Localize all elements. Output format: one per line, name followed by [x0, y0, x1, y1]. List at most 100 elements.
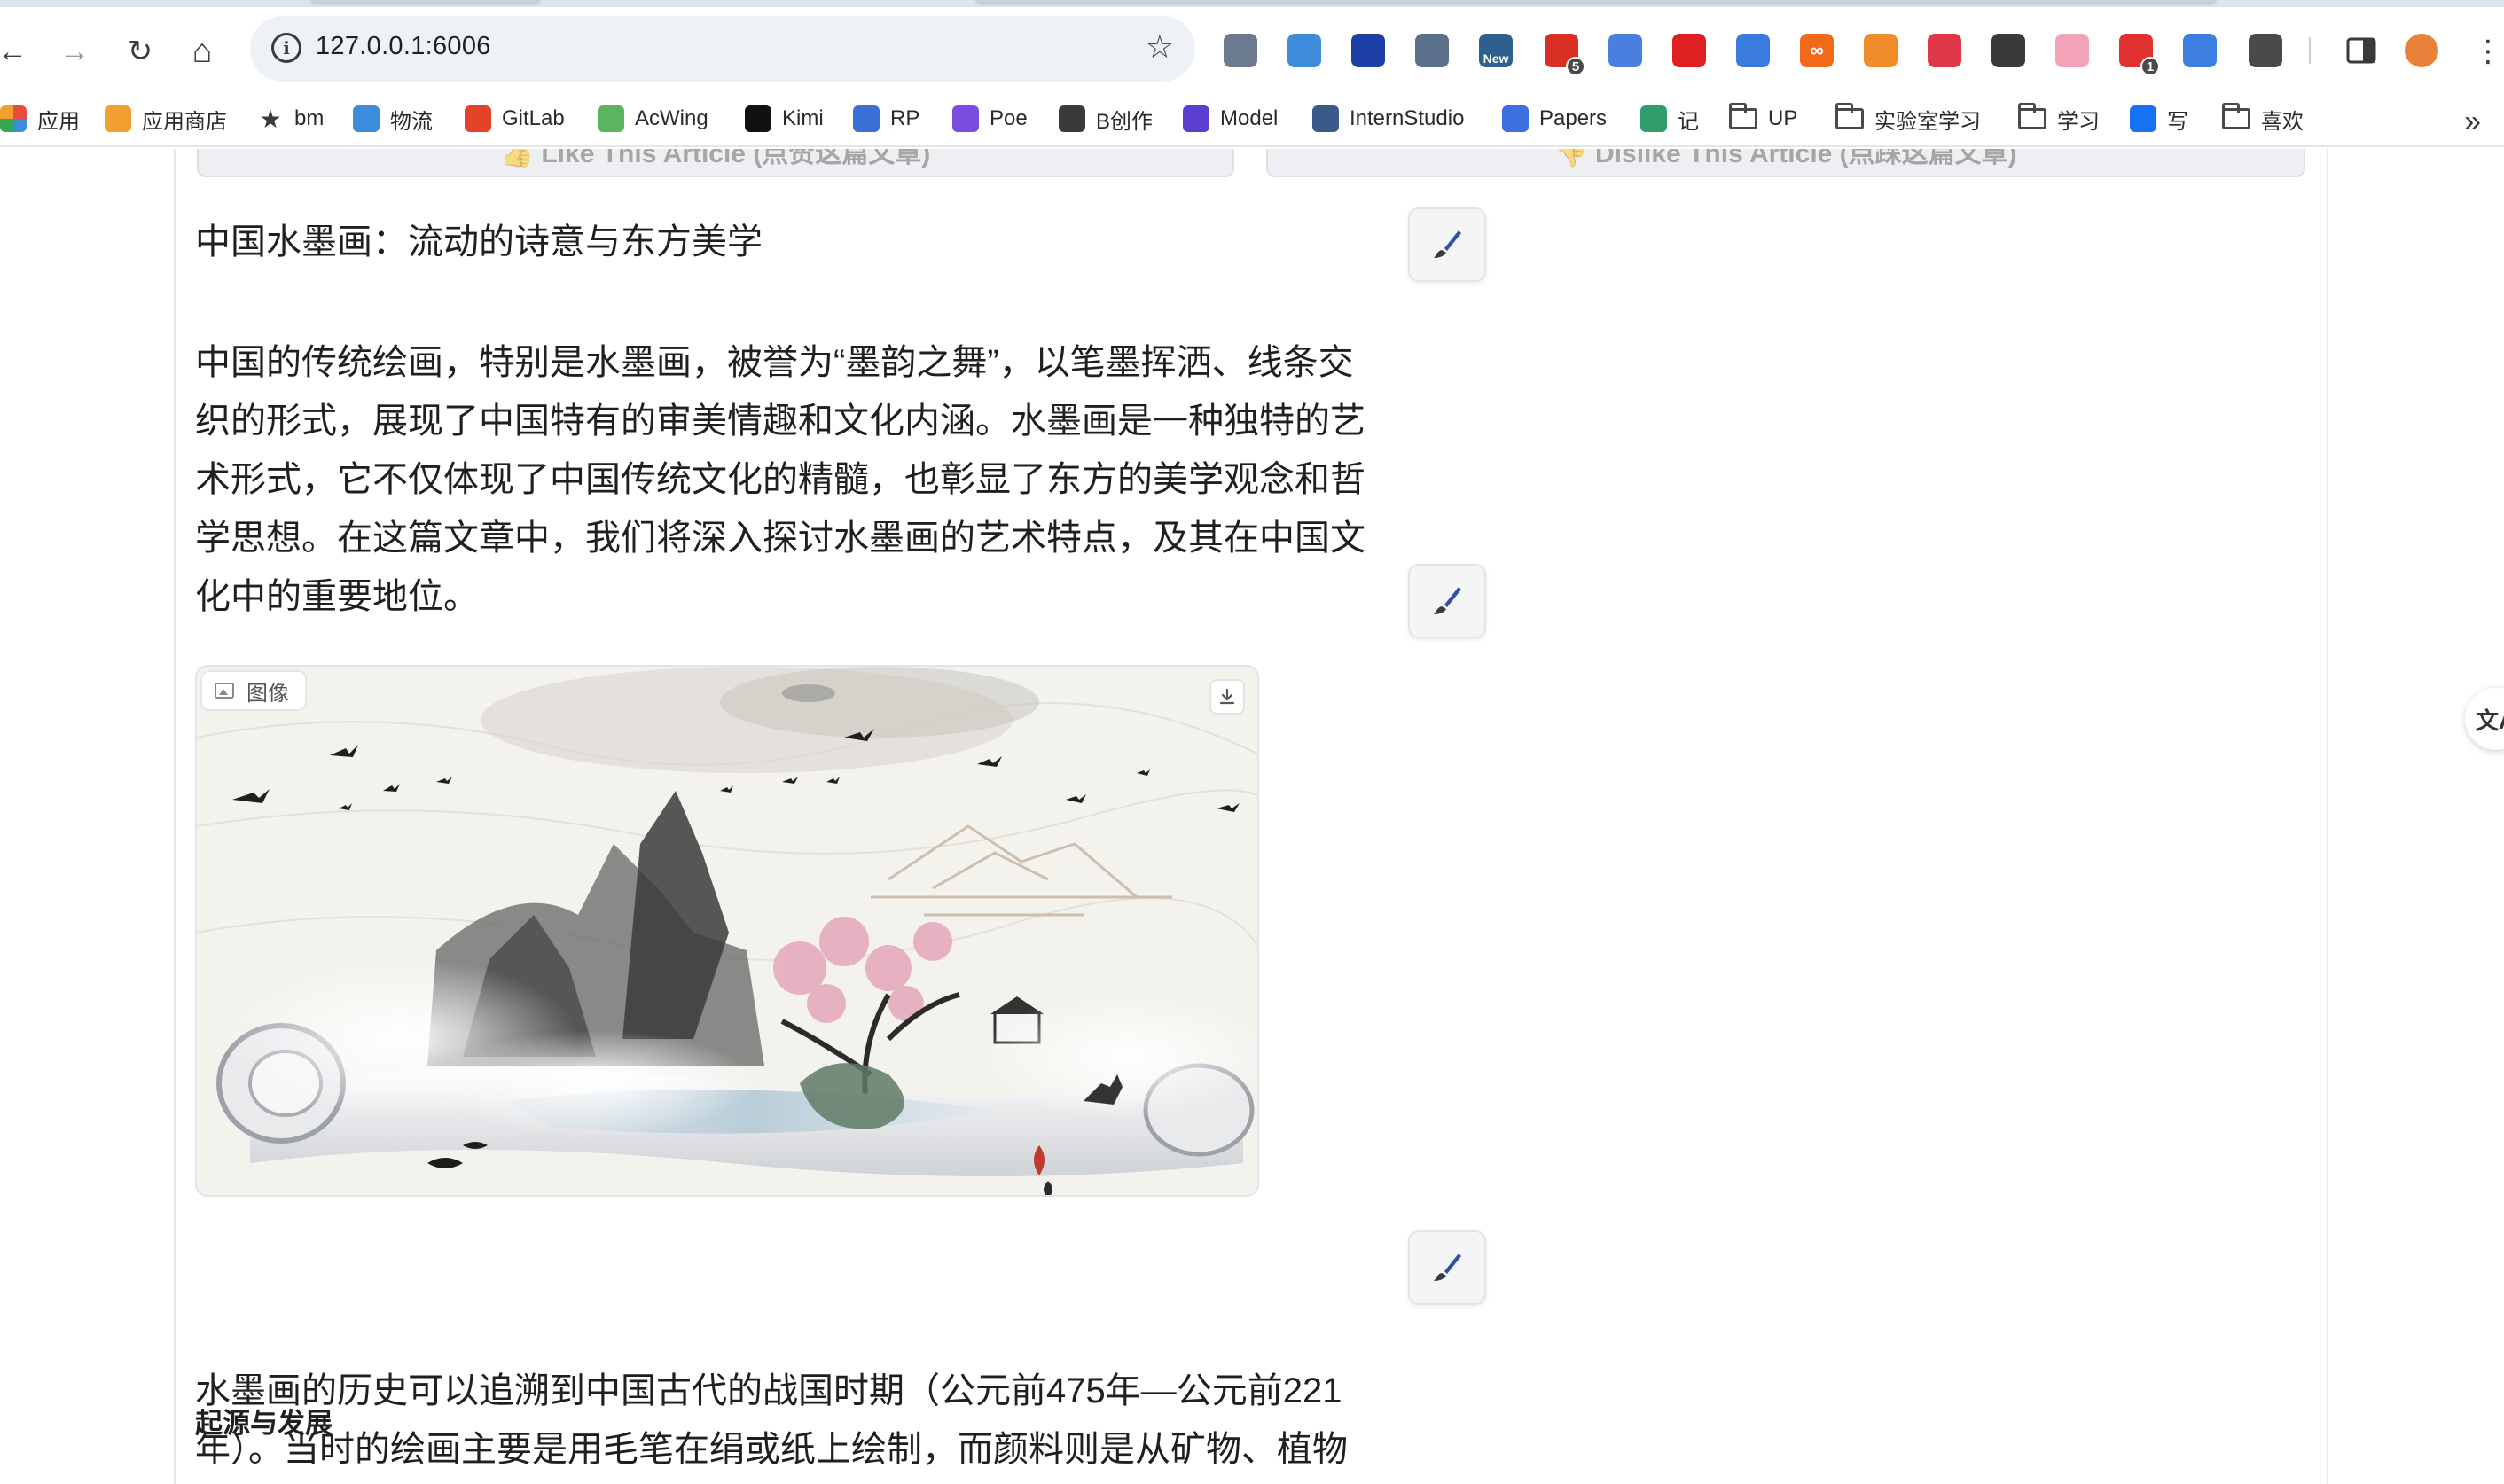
download-icon	[1219, 688, 1235, 705]
translate-page-icon[interactable]: 文A	[2465, 688, 2504, 750]
tab-hint[interactable]	[975, 0, 2217, 5]
wave-extension-icon[interactable]	[1736, 34, 1770, 67]
edit-image-button[interactable]	[1408, 1230, 1486, 1305]
bookmarks-bar: 应用 应用商店 ★ bm 物流 GitLab AcWing Kimi RP Poe B创作 Model…	[0, 90, 2504, 147]
bookmark-item[interactable]: 学习	[2018, 101, 2100, 137]
bookmark-item[interactable]: 实验室学习	[1835, 101, 1981, 137]
image-extension-icon[interactable]	[1991, 34, 2025, 67]
papers-icon	[1502, 105, 1529, 132]
profile-avatar-icon[interactable]	[2405, 34, 2438, 67]
download-image-button[interactable]	[1209, 679, 1245, 715]
extension-3-icon[interactable]	[1351, 34, 1385, 67]
bookmark-item[interactable]: 应用商店	[105, 101, 227, 137]
address-bar[interactable]: i 127.0.0.1:6006 ☆	[250, 16, 1195, 82]
store-icon	[105, 105, 131, 132]
acwing-icon	[598, 105, 624, 132]
orange-extension-icon[interactable]	[1864, 34, 1898, 67]
reload-button[interactable]: ↻	[115, 27, 165, 76]
extension-new-icon[interactable]: New	[1479, 34, 1513, 67]
article-title: 中国水墨画：流动的诗意与东方美学	[195, 223, 763, 262]
bookmark-item[interactable]: 物流	[353, 101, 433, 137]
translate-extension-icon[interactable]	[1608, 34, 1642, 67]
bookmark-label: InternStudio	[1350, 106, 1465, 130]
kimi-icon	[745, 105, 771, 132]
bookmark-item[interactable]: 喜欢	[2222, 101, 2304, 137]
bookmark-label: 学习	[2057, 109, 2100, 134]
bookmark-item[interactable]: GitLab	[465, 101, 565, 137]
image-label-text: 图像	[246, 681, 289, 706]
tab-hint[interactable]	[310, 0, 541, 5]
bookmark-item[interactable]: ★ bm	[257, 101, 324, 137]
folder-icon	[1729, 103, 1757, 129]
side-panel-icon[interactable]	[2344, 34, 2378, 67]
zhihu-icon	[2130, 105, 2156, 132]
puzzle-extension-icon[interactable]	[2249, 34, 2282, 67]
home-button[interactable]: ⌂	[177, 27, 227, 76]
toolbar-divider	[2309, 37, 2311, 64]
blue-circle-extension-icon[interactable]	[2183, 34, 2217, 67]
pocket-extension-icon[interactable]	[1928, 34, 1961, 67]
bookmark-label: 物流	[390, 109, 433, 134]
bookmark-item[interactable]: InternStudio	[1312, 101, 1464, 137]
bookmark-item[interactable]: 写	[2130, 101, 2188, 137]
red-extension-icon[interactable]: 1	[2119, 34, 2160, 76]
image-icon	[215, 683, 234, 699]
bookmark-label: Papers	[1539, 106, 1608, 130]
section-paragraph: 水墨画的历史可以追溯到中国古代的战国时期（公元前475年—公元前221年）。当时…	[195, 1371, 1348, 1469]
bookmark-label: RP	[890, 106, 920, 130]
bookmark-label: UP	[1768, 106, 1798, 130]
bookmark-item[interactable]: 记	[1640, 101, 1699, 137]
bookmark-item[interactable]: B创作	[1059, 101, 1153, 137]
bookmark-label: 应用商店	[142, 109, 227, 134]
internstudio-icon	[1312, 105, 1339, 132]
paintbrush-icon	[1434, 587, 1461, 614]
folder-icon	[2018, 103, 2046, 129]
url-text[interactable]: 127.0.0.1:6006	[316, 32, 491, 61]
folder-icon	[2222, 103, 2250, 129]
infinity-extension-icon[interactable]: ∞	[1800, 34, 1834, 67]
like-article-button[interactable]: 👍 Like This Article (点赞这篇文章)	[197, 149, 1234, 177]
dislike-article-button[interactable]: 👎 Dislike This Article (点踩这篇文章)	[1266, 149, 2305, 177]
bookmark-item[interactable]: Papers	[1502, 101, 1607, 137]
browser-toolbar: ← → ↻ ⌂ i 127.0.0.1:6006 ☆ New 5 ∞ 1 ⋮	[0, 7, 2504, 90]
youtube-extension-icon[interactable]	[1672, 34, 1706, 67]
cloud-icon	[353, 105, 380, 132]
extension-new-label: New	[1483, 51, 1509, 66]
paintbrush-icon	[1434, 230, 1461, 258]
bookmark-item[interactable]: AcWing	[598, 101, 708, 137]
star-icon: ★	[259, 105, 282, 133]
article-image-card: 图像	[195, 665, 1259, 1197]
bookmark-label: bm	[294, 106, 325, 130]
bookmark-label: Model	[1220, 106, 1279, 130]
back-button[interactable]: ←	[0, 27, 37, 76]
bookmark-label: 实验室学习	[1874, 109, 1981, 134]
bookmark-item[interactable]: Poe	[952, 101, 1028, 137]
bookmark-item[interactable]: Kimi	[745, 101, 824, 137]
tab-strip	[0, 0, 2504, 7]
bookmark-label: 写	[2167, 109, 2188, 134]
page-viewport: 👍 Like This Article (点赞这篇文章) 👎 Dislike T…	[0, 149, 2504, 1484]
model-icon	[1183, 105, 1209, 132]
extension-2-icon[interactable]	[1287, 34, 1321, 67]
bookmarks-overflow-icon[interactable]: »	[2464, 105, 2481, 139]
extension-badge: 1	[2140, 57, 2160, 76]
bookmark-item[interactable]: Model	[1183, 101, 1278, 137]
bookmark-label: AcWing	[635, 106, 708, 130]
extension-4-icon[interactable]	[1415, 34, 1449, 67]
bookmark-item[interactable]: 应用	[0, 101, 80, 137]
rp-icon	[853, 105, 880, 132]
forward-button[interactable]: →	[50, 27, 99, 76]
extension-badge: 5	[1566, 57, 1585, 76]
edit-title-button[interactable]	[1408, 207, 1486, 282]
extension-1-icon[interactable]	[1224, 34, 1257, 67]
pink-extension-icon[interactable]	[2055, 34, 2089, 67]
bookmark-star-icon[interactable]: ☆	[1146, 28, 1174, 66]
bookmark-label: Kimi	[782, 106, 824, 130]
bookmark-item[interactable]: UP	[1729, 101, 1797, 137]
site-info-icon[interactable]: i	[271, 33, 301, 63]
extension-5-icon[interactable]: 5	[1545, 34, 1585, 76]
image-label: 图像	[200, 670, 307, 711]
menu-kebab-icon[interactable]: ⋮	[2463, 27, 2504, 76]
bookmark-item[interactable]: RP	[853, 101, 919, 137]
edit-paragraph-button[interactable]	[1408, 564, 1486, 638]
